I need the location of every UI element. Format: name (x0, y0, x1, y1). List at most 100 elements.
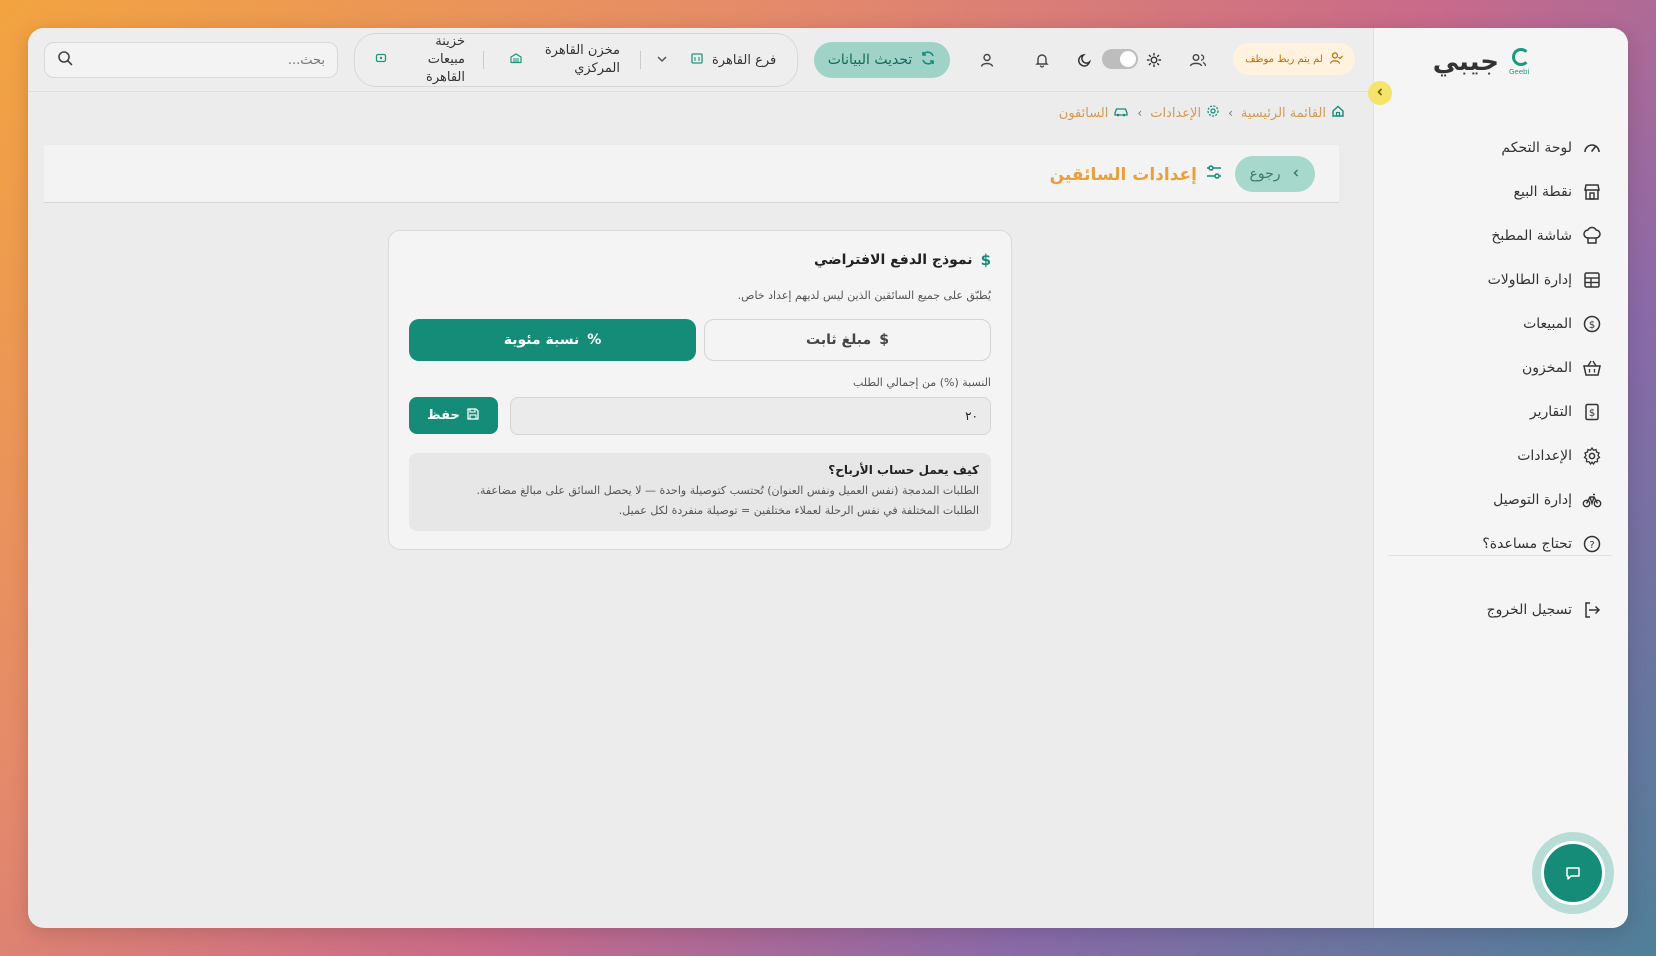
sidebar-item-label: الإعدادات (1517, 448, 1572, 464)
sidebar-item-kitchen[interactable]: شاشة المطبخ (1402, 214, 1602, 258)
sidebar-item-reports[interactable]: $ التقارير (1402, 390, 1602, 434)
branch-selector[interactable]: فرع القاهرة (690, 51, 776, 69)
chevron-down-icon[interactable] (655, 51, 669, 70)
sidebar-item-tables[interactable]: إدارة الطاولات (1402, 258, 1602, 302)
breadcrumb-drivers-label: السائقون (1058, 105, 1109, 121)
warehouse-label: مخزن القاهرة المركزي (544, 43, 620, 76)
sidebar-item-label: نقطة البيع (1513, 184, 1572, 200)
info-line: الطلبات المدمجة (نفس العميل ونفس العنوان… (476, 484, 979, 497)
sidebar-item-label: المخزون (1521, 360, 1572, 376)
refresh-data-button[interactable]: تحديث البيانات (814, 42, 950, 78)
payment-model-card: $ نموذج الدفع الافتراضي يُطبّق على جميع … (388, 230, 1012, 550)
chevron-left-icon: ‹ (1228, 106, 1233, 120)
logout-label: تسجيل الخروج (1486, 602, 1572, 618)
sidebar-item-label: إدارة الطاولات (1487, 272, 1572, 288)
logout-icon (1582, 600, 1602, 620)
breadcrumb-home-label: القائمة الرئيسية (1240, 105, 1326, 121)
employee-status-text: لم يتم ربط موظف (1245, 53, 1323, 65)
back-button[interactable]: رجوع (1235, 156, 1315, 192)
breadcrumb-settings-label: الإعدادات (1150, 105, 1202, 121)
option-percent-label: نسبة مئوية (503, 332, 580, 348)
sidebar-collapse-button[interactable] (1368, 81, 1392, 105)
search-input[interactable] (95, 52, 325, 68)
basket-icon (1582, 358, 1602, 378)
divider (483, 51, 484, 69)
treasury-selector[interactable]: خزينة مبيعات القاهرة (375, 33, 465, 87)
toggle-knob (1120, 51, 1136, 67)
sidebar-item-pos[interactable]: نقطة البيع (1402, 170, 1602, 214)
save-icon (466, 407, 480, 425)
sun-icon[interactable] (1144, 50, 1164, 70)
app-window: خزينة مبيعات القاهرة مخزن القاهرة المركز… (28, 28, 1628, 928)
chat-button[interactable] (1532, 832, 1614, 914)
moon-icon[interactable] (1075, 50, 1095, 70)
employee-status-badge[interactable]: لم يتم ربط موظف (1233, 43, 1355, 75)
sidebar-item-help[interactable]: ? تحتاج مساعدة؟ (1402, 522, 1602, 566)
divider (640, 51, 641, 69)
report-dollar-icon: $ (1582, 402, 1602, 422)
percent-icon: % (587, 332, 602, 348)
breadcrumb-drivers[interactable]: السائقون (1059, 104, 1130, 122)
sidebar-item-label: لوحة التحكم (1501, 140, 1572, 156)
sidebar-item-label: تحتاج مساعدة؟ (1482, 536, 1572, 552)
users-icon[interactable] (1188, 50, 1208, 70)
svg-text:$: $ (1589, 408, 1595, 419)
sidebar-nav: لوحة التحكم نقطة البيع شاشة المطبخ إدارة… (1402, 126, 1602, 566)
sidebar-item-inventory[interactable]: المخزون (1402, 346, 1602, 390)
page-title: إعدادات السائقين (1050, 163, 1223, 186)
svg-text:$: $ (1589, 320, 1595, 331)
percentage-input[interactable] (523, 409, 978, 423)
treasury-label: خزينة مبيعات القاهرة (426, 34, 465, 85)
percentage-field[interactable] (510, 397, 991, 435)
svg-text:?: ? (1589, 540, 1594, 551)
theme-toggle[interactable] (1102, 49, 1138, 69)
home-icon (1331, 104, 1345, 122)
bell-icon[interactable] (1032, 50, 1052, 70)
bike-icon (1582, 490, 1602, 510)
context-selector: خزينة مبيعات القاهرة مخزن القاهرة المركز… (354, 33, 798, 87)
breadcrumb: القائمة الرئيسية ‹ الإعدادات ‹ السائقون (1059, 104, 1345, 122)
save-button[interactable]: حفظ (409, 397, 498, 434)
brand[interactable]: جيبي Geebi (1433, 46, 1533, 78)
dollar-icon: $ (980, 251, 991, 269)
breadcrumb-home[interactable]: القائمة الرئيسية (1241, 104, 1345, 122)
branch-label: فرع القاهرة (712, 52, 777, 68)
car-icon (1113, 104, 1129, 122)
chevron-left-icon (1291, 166, 1301, 182)
brand-name: جيبي (1432, 47, 1499, 77)
sidebar-item-settings[interactable]: الإعدادات (1402, 434, 1602, 478)
search-box[interactable] (44, 42, 338, 78)
topbar: خزينة مبيعات القاهرة مخزن القاهرة المركز… (28, 28, 1373, 92)
sidebar-item-delivery[interactable]: إدارة التوصيل (1402, 478, 1602, 522)
sidebar: جيبي Geebi لوحة التحكم نقطة البيع شاشة ا… (1373, 28, 1628, 928)
save-label: حفظ (427, 408, 460, 423)
sidebar-item-label: المبيعات (1523, 316, 1572, 332)
sidebar-item-label: إدارة التوصيل (1493, 492, 1572, 508)
sidebar-item-label: شاشة المطبخ (1491, 228, 1572, 244)
warehouse-selector[interactable]: مخزن القاهرة المركزي (510, 42, 620, 78)
store-icon (1582, 182, 1602, 202)
option-fixed-amount[interactable]: $ مبلغ ثابت (704, 319, 991, 361)
sidebar-item-label: التقارير (1529, 404, 1572, 420)
search-icon[interactable] (57, 50, 73, 70)
info-line: الطلبات المختلفة في نفس الرحلة لعملاء مخ… (618, 504, 979, 517)
info-title: كيف يعمل حساب الأرباح؟ (828, 463, 979, 477)
earnings-info-box: كيف يعمل حساب الأرباح؟ الطلبات المدمجة (… (409, 453, 991, 531)
option-fixed-label: مبلغ ثابت (806, 332, 872, 348)
user-check-icon (1329, 51, 1343, 68)
sidebar-item-dashboard[interactable]: لوحة التحكم (1402, 126, 1602, 170)
sidebar-item-sales[interactable]: $ المبيعات (1402, 302, 1602, 346)
card-subtitle: يُطبّق على جميع السائقين الذين ليس لديهم… (737, 289, 991, 302)
logout-button[interactable]: تسجيل الخروج (1402, 588, 1602, 632)
dollar-icon: $ (879, 332, 889, 348)
chevron-left-icon: ‹ (1137, 106, 1143, 120)
user-icon[interactable] (977, 50, 997, 70)
back-label: رجوع (1249, 166, 1281, 182)
brand-logo-text: Geebi (1509, 68, 1530, 76)
sidebar-divider (1388, 555, 1612, 556)
breadcrumb-settings[interactable]: الإعدادات (1150, 104, 1220, 122)
card-title: $ نموذج الدفع الافتراضي (814, 251, 991, 269)
gauge-icon (1582, 138, 1602, 158)
option-percentage[interactable]: % نسبة مئوية (409, 319, 696, 361)
table-grid-icon (1582, 270, 1602, 290)
